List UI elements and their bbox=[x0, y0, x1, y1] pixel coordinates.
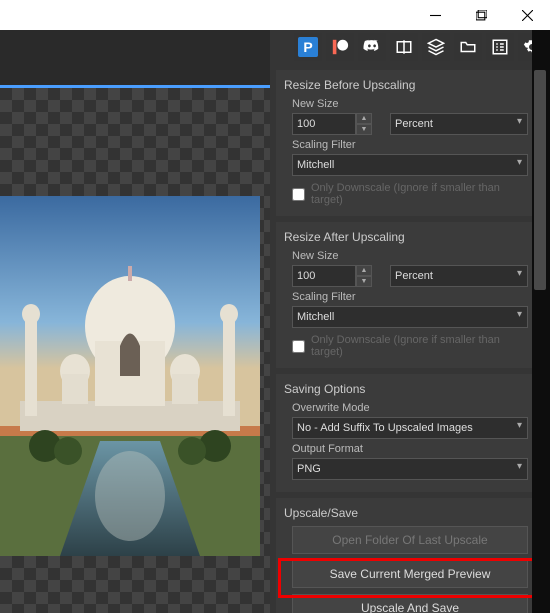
paypal-icon[interactable]: P bbox=[294, 33, 322, 61]
new-size-label: New Size bbox=[292, 250, 536, 262]
window-close-button[interactable] bbox=[504, 0, 550, 30]
output-format-select[interactable]: PNG bbox=[292, 458, 528, 480]
window-maximize-button[interactable] bbox=[458, 0, 504, 30]
upscale-and-save-button[interactable]: Upscale And Save bbox=[292, 594, 528, 613]
resize-before-size-input[interactable] bbox=[292, 113, 356, 135]
resize-before-section: Resize Before Upscaling New Size ▲▼ Perc… bbox=[276, 70, 544, 216]
scrollbar-thumb[interactable] bbox=[534, 70, 546, 290]
saving-options-section: Saving Options Overwrite Mode No - Add S… bbox=[276, 374, 544, 492]
new-size-label: New Size bbox=[292, 98, 536, 110]
upscale-title: Upscale/Save bbox=[284, 506, 536, 520]
filter-label: Scaling Filter bbox=[292, 291, 536, 303]
checklist-icon[interactable] bbox=[486, 33, 514, 61]
open-folder-button[interactable]: Open Folder Of Last Upscale bbox=[292, 526, 528, 554]
resize-after-only-downscale-checkbox[interactable] bbox=[292, 340, 305, 353]
transparency-checkerboard bbox=[0, 88, 270, 613]
size-spin-down[interactable]: ▼ bbox=[356, 124, 372, 135]
resize-after-title: Resize After Upscaling bbox=[284, 230, 536, 244]
layers-icon[interactable] bbox=[422, 33, 450, 61]
resize-after-section: Resize After Upscaling New Size ▲▼ Perce… bbox=[276, 222, 544, 368]
discord-icon[interactable] bbox=[358, 33, 386, 61]
upscale-save-section: Upscale/Save Open Folder Of Last Upscale… bbox=[276, 498, 544, 613]
save-current-merged-preview-button[interactable]: Save Current Merged Preview bbox=[292, 560, 528, 588]
saving-title: Saving Options bbox=[284, 382, 536, 396]
resize-before-only-downscale-checkbox[interactable] bbox=[292, 188, 305, 201]
overwrite-mode-select[interactable]: No - Add Suffix To Upscaled Images bbox=[292, 417, 528, 439]
overwrite-label: Overwrite Mode bbox=[292, 402, 536, 414]
resize-before-unit-select[interactable]: Percent bbox=[390, 113, 528, 135]
format-label: Output Format bbox=[292, 443, 536, 455]
preview-pane bbox=[0, 30, 270, 613]
preview-image bbox=[0, 196, 260, 556]
top-toolbar: P bbox=[270, 30, 550, 64]
only-downscale-label: Only Downscale (Ignore if smaller than t… bbox=[311, 334, 528, 358]
resize-after-filter-select[interactable]: Mitchell bbox=[292, 306, 528, 328]
patreon-icon[interactable] bbox=[326, 33, 354, 61]
resize-before-filter-select[interactable]: Mitchell bbox=[292, 154, 528, 176]
window-titlebar bbox=[0, 0, 550, 30]
window-minimize-button[interactable] bbox=[412, 0, 458, 30]
resize-after-unit-select[interactable]: Percent bbox=[390, 265, 528, 287]
vertical-scrollbar[interactable] bbox=[532, 30, 550, 613]
resize-before-title: Resize Before Upscaling bbox=[284, 78, 536, 92]
settings-pane: P Resize Before Upscaling New Size ▲▼ Pe… bbox=[270, 30, 550, 613]
resize-after-size-input[interactable] bbox=[292, 265, 356, 287]
only-downscale-label: Only Downscale (Ignore if smaller than t… bbox=[311, 182, 528, 206]
folder-icon[interactable] bbox=[454, 33, 482, 61]
size-spin-up[interactable]: ▲ bbox=[356, 113, 372, 124]
size-spin-up[interactable]: ▲ bbox=[356, 265, 372, 276]
size-spin-down[interactable]: ▼ bbox=[356, 276, 372, 287]
compare-icon[interactable] bbox=[390, 33, 418, 61]
filter-label: Scaling Filter bbox=[292, 139, 536, 151]
